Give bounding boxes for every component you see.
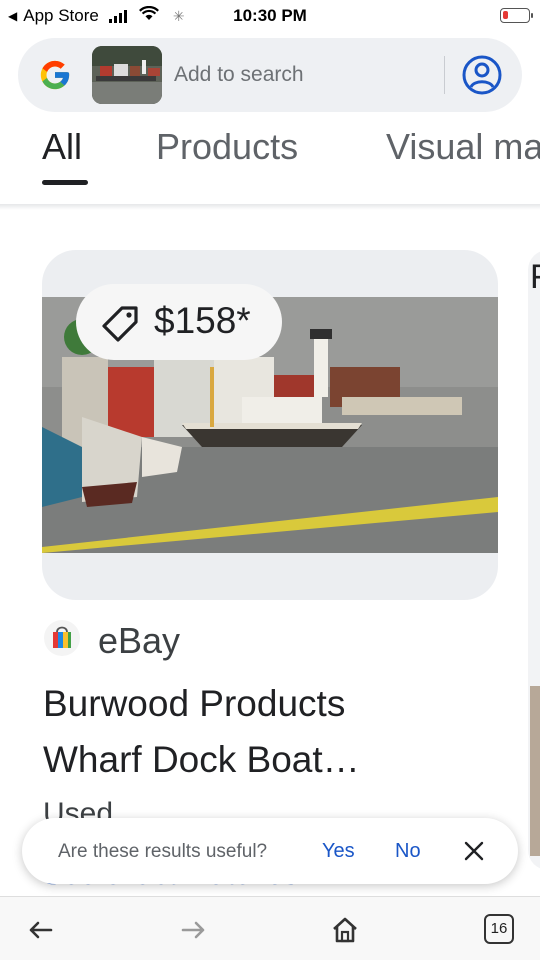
feedback-no-button[interactable]: No	[395, 840, 421, 863]
tab-visual-matches[interactable]: Visual ma	[386, 126, 540, 168]
price-badge: $158*	[76, 284, 282, 360]
search-image-thumbnail[interactable]	[92, 46, 162, 104]
result-title-line-2[interactable]: Wharf Dock Boat…	[43, 732, 483, 788]
tab-switcher-button[interactable]: 16	[484, 914, 514, 944]
status-bar: ◀ App Store ✳ 10:30 PM	[0, 0, 540, 32]
close-icon[interactable]	[462, 839, 486, 863]
feedback-question: Are these results useful?	[58, 841, 268, 862]
tabs-divider	[0, 204, 540, 210]
forward-arrow-icon[interactable]	[178, 915, 208, 945]
battery-icon	[500, 8, 533, 23]
result-title-line-1[interactable]: Burwood Products	[43, 676, 483, 732]
search-bar[interactable]: Add to search	[18, 38, 522, 112]
tab-bar: All Products Visual ma	[0, 112, 540, 204]
store-name[interactable]: eBay	[98, 620, 180, 662]
status-time: 10:30 PM	[233, 6, 307, 25]
feedback-prompt: Are these results useful? Yes No	[22, 818, 518, 884]
tab-all[interactable]: All	[42, 126, 82, 168]
account-circle-icon[interactable]	[461, 54, 503, 96]
feedback-yes-button[interactable]: Yes	[322, 840, 355, 863]
bottom-toolbar: 16	[0, 896, 540, 960]
search-divider	[444, 56, 445, 94]
price-label: $158*	[154, 300, 251, 341]
home-icon[interactable]	[330, 915, 360, 945]
result-title[interactable]: Burwood Products Wharf Dock Boat…	[43, 676, 483, 788]
search-input[interactable]: Add to search	[174, 63, 304, 87]
tab-products[interactable]: Products	[156, 126, 298, 168]
google-g-icon[interactable]	[38, 58, 72, 92]
back-arrow-icon[interactable]	[26, 915, 56, 945]
next-result-image[interactable]	[530, 686, 540, 856]
next-result-title-fragment: F	[530, 258, 540, 297]
price-tag-icon	[102, 306, 138, 342]
active-tab-indicator	[42, 180, 88, 185]
ebay-store-icon	[44, 620, 80, 656]
